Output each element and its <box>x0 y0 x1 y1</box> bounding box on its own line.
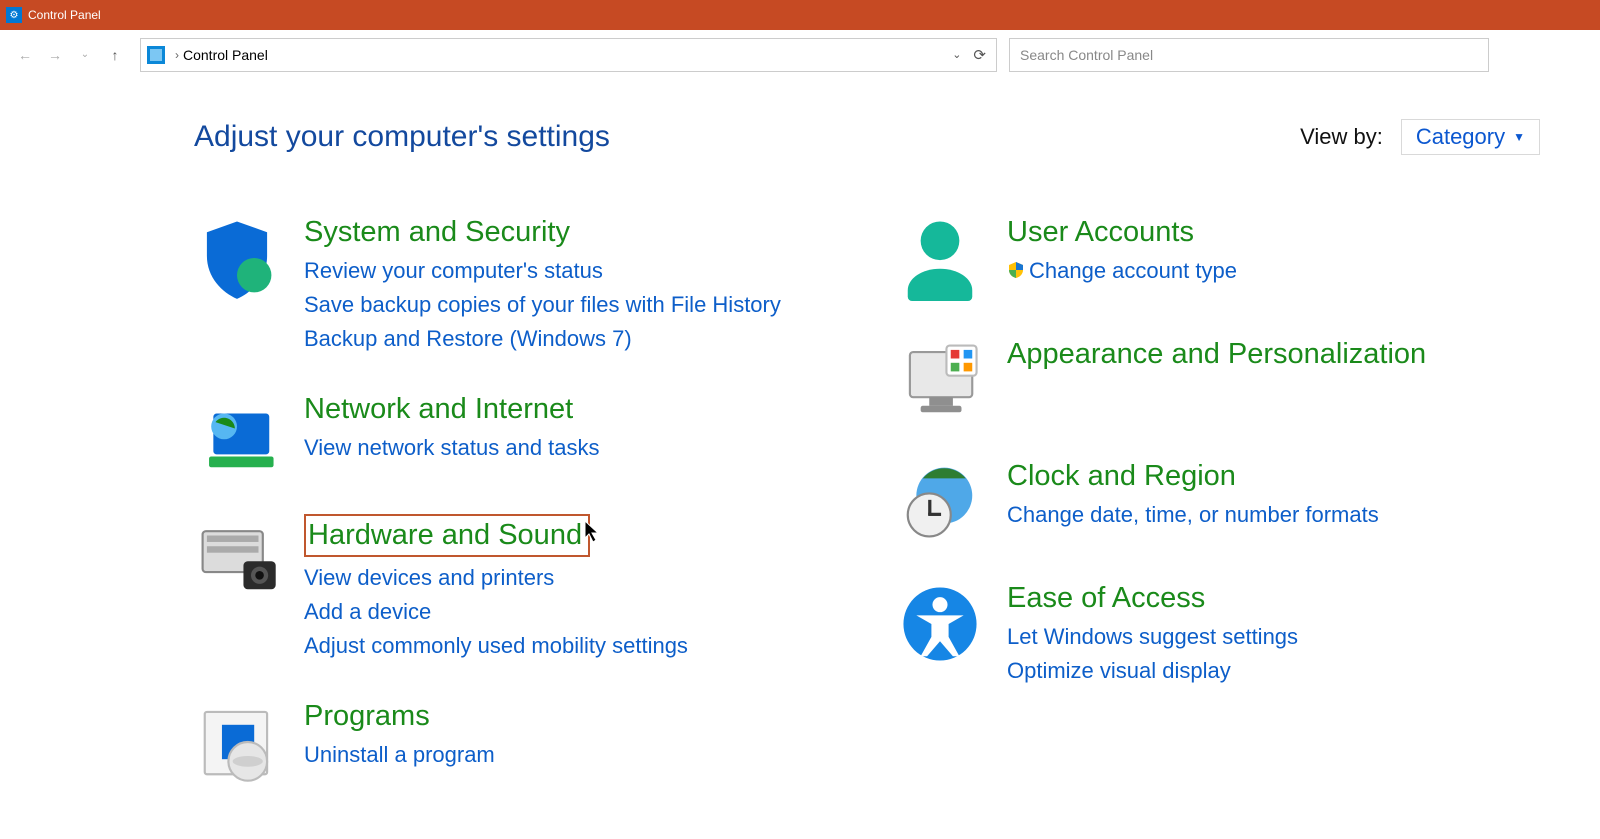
category-body: System and Security Review your computer'… <box>304 215 781 356</box>
category-link[interactable]: Backup and Restore (Windows 7) <box>304 322 781 356</box>
category-title[interactable]: System and Security <box>304 215 570 250</box>
category: Hardware and Sound View devices and print… <box>194 514 837 663</box>
category-title[interactable]: Appearance and Personalization <box>1007 337 1426 372</box>
category-link[interactable]: Uninstall a program <box>304 738 495 772</box>
category: Programs Uninstall a program <box>194 699 837 785</box>
category-body: Ease of Access Let Windows suggest settin… <box>1007 581 1298 688</box>
category-link[interactable]: Let Windows suggest settings <box>1007 620 1298 654</box>
view-by-value: Category <box>1416 124 1505 150</box>
toolbar: ← → ⌄ ↑ › Control Panel ⌄ ⟳ <box>0 30 1600 79</box>
security-icon <box>194 215 280 301</box>
forward-button[interactable]: → <box>40 40 70 70</box>
category: System and Security Review your computer'… <box>194 215 837 356</box>
network-icon <box>194 392 280 478</box>
view-by: View by: Category ▼ <box>1300 119 1540 155</box>
chevron-right-icon: › <box>175 48 179 62</box>
category: Ease of Access Let Windows suggest settin… <box>897 581 1540 688</box>
search-box[interactable] <box>1009 38 1489 72</box>
category-title[interactable]: Hardware and Sound <box>304 514 590 557</box>
view-by-select[interactable]: Category ▼ <box>1401 119 1540 155</box>
category: User Accounts Change account type <box>897 215 1540 301</box>
control-panel-icon <box>147 46 165 64</box>
category-link[interactable]: Change date, time, or number formats <box>1007 498 1379 532</box>
content: Adjust your computer's settings View by:… <box>0 79 1600 821</box>
back-button[interactable]: ← <box>10 40 40 70</box>
left-column: System and Security Review your computer'… <box>194 215 837 821</box>
view-by-label: View by: <box>1300 124 1383 150</box>
title-bar: Control Panel <box>0 0 1600 30</box>
categories-columns: System and Security Review your computer'… <box>194 215 1540 821</box>
shield-icon <box>1007 255 1025 289</box>
category-link[interactable]: Adjust commonly used mobility settings <box>304 629 688 663</box>
page-title: Adjust your computer's settings <box>194 120 610 154</box>
category-body: Appearance and Personalization <box>1007 337 1426 376</box>
right-column: User Accounts Change account type Appearan… <box>897 215 1540 821</box>
programs-icon <box>194 699 280 785</box>
category-body: Network and Internet View network status … <box>304 392 600 465</box>
search-input[interactable] <box>1020 47 1478 63</box>
app-icon <box>6 7 22 23</box>
breadcrumb[interactable]: Control Panel <box>183 47 268 63</box>
category-title[interactable]: User Accounts <box>1007 215 1194 250</box>
category-link[interactable]: Optimize visual display <box>1007 654 1298 688</box>
category-link[interactable]: Save backup copies of your files with Fi… <box>304 288 781 322</box>
category-title[interactable]: Network and Internet <box>304 392 573 427</box>
category-title[interactable]: Programs <box>304 699 430 734</box>
category: Clock and Region Change date, time, or nu… <box>897 459 1540 545</box>
category-body: Clock and Region Change date, time, or nu… <box>1007 459 1379 532</box>
up-button[interactable]: ↑ <box>100 40 130 70</box>
header-row: Adjust your computer's settings View by:… <box>194 119 1540 155</box>
category-link[interactable]: View devices and printers <box>304 561 688 595</box>
category-link[interactable]: Change account type <box>1007 254 1237 289</box>
category-link-text: Change account type <box>1029 258 1237 283</box>
category: Network and Internet View network status … <box>194 392 837 478</box>
category-link[interactable]: Add a device <box>304 595 688 629</box>
category-body: Hardware and Sound View devices and print… <box>304 514 688 663</box>
address-bar[interactable]: › Control Panel ⌄ ⟳ <box>140 38 997 72</box>
address-dropdown[interactable]: ⌄ <box>952 48 961 61</box>
refresh-button[interactable]: ⟳ <box>969 46 990 64</box>
appearance-icon <box>897 337 983 423</box>
recent-dropdown[interactable]: ⌄ <box>70 40 100 70</box>
clock-icon <box>897 459 983 545</box>
hardware-icon <box>194 514 280 600</box>
chevron-down-icon: ▼ <box>1513 130 1525 144</box>
category-link[interactable]: Review your computer's status <box>304 254 781 288</box>
category-title[interactable]: Ease of Access <box>1007 581 1205 616</box>
category-title[interactable]: Clock and Region <box>1007 459 1236 494</box>
window-title: Control Panel <box>28 8 101 22</box>
category-body: User Accounts Change account type <box>1007 215 1237 289</box>
category-link[interactable]: View network status and tasks <box>304 431 600 465</box>
access-icon <box>897 581 983 667</box>
user-icon <box>897 215 983 301</box>
category: Appearance and Personalization <box>897 337 1540 423</box>
category-body: Programs Uninstall a program <box>304 699 495 772</box>
